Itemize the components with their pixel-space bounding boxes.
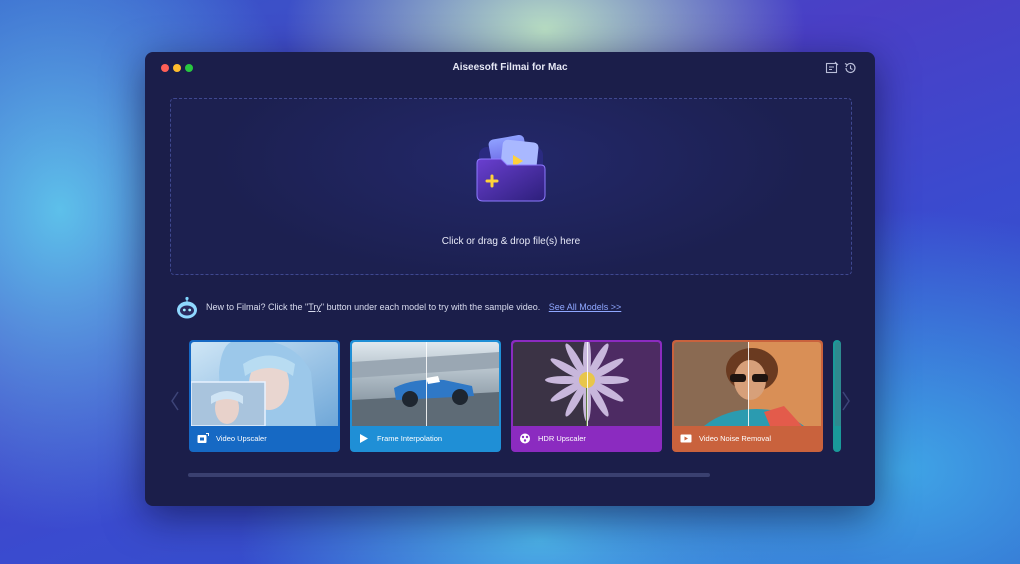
comparison-divider — [748, 342, 749, 426]
file-drop-zone[interactable]: Click or drag & drop file(s) here — [170, 98, 852, 275]
model-label: Video Upscaler — [216, 434, 267, 443]
model-thumbnail — [674, 342, 821, 426]
model-card-video-upscaler[interactable]: Video Upscaler — [189, 340, 340, 452]
model-thumbnail — [352, 342, 499, 426]
model-card-partial[interactable] — [833, 340, 841, 452]
comparison-divider — [426, 342, 427, 426]
window-title: Aiseesoft Filmai for Mac — [452, 62, 568, 73]
carousel-next-arrow[interactable] — [841, 390, 851, 412]
see-all-models-link[interactable]: See All Models >> — [549, 302, 622, 312]
model-label: Frame Interpolation — [377, 434, 443, 443]
carousel-scrollbar[interactable] — [188, 473, 710, 477]
carousel-prev-arrow[interactable] — [170, 390, 180, 412]
model-card-frame-interpolation[interactable]: Frame Interpolation — [350, 340, 501, 452]
hdr-icon — [520, 433, 530, 444]
try-keyword: Try — [308, 302, 321, 312]
comparison-divider — [587, 342, 588, 426]
new-user-hint: New to Filmai? Click the "Try" button un… — [206, 302, 621, 312]
feedback-icon[interactable] — [825, 61, 839, 75]
history-icon[interactable] — [843, 61, 857, 75]
model-label: Video Noise Removal — [699, 434, 771, 443]
model-thumbnail — [513, 342, 660, 426]
play-icon — [360, 434, 368, 443]
model-thumbnail — [191, 342, 338, 426]
video-upscale-icon — [197, 433, 209, 443]
hint-text-suffix: " button under each model to try with th… — [320, 302, 541, 312]
drop-instructions: Click or drag & drop file(s) here — [441, 236, 581, 247]
model-card-video-noise-removal[interactable]: Video Noise Removal — [672, 340, 823, 452]
video-noise-icon — [680, 434, 692, 443]
add-file-icon[interactable] — [471, 133, 551, 205]
hint-text-prefix: New to Filmai? Click the " — [206, 302, 309, 312]
model-thumbnail — [835, 342, 841, 426]
robot-assistant-icon — [177, 296, 197, 319]
title-bar: Aiseesoft Filmai for Mac — [145, 52, 875, 84]
model-card-hdr-upscaler[interactable]: HDR Upscaler — [511, 340, 662, 452]
app-window: Aiseesoft Filmai for Mac Click or drag &… — [145, 52, 875, 506]
model-label: HDR Upscaler — [538, 434, 586, 443]
